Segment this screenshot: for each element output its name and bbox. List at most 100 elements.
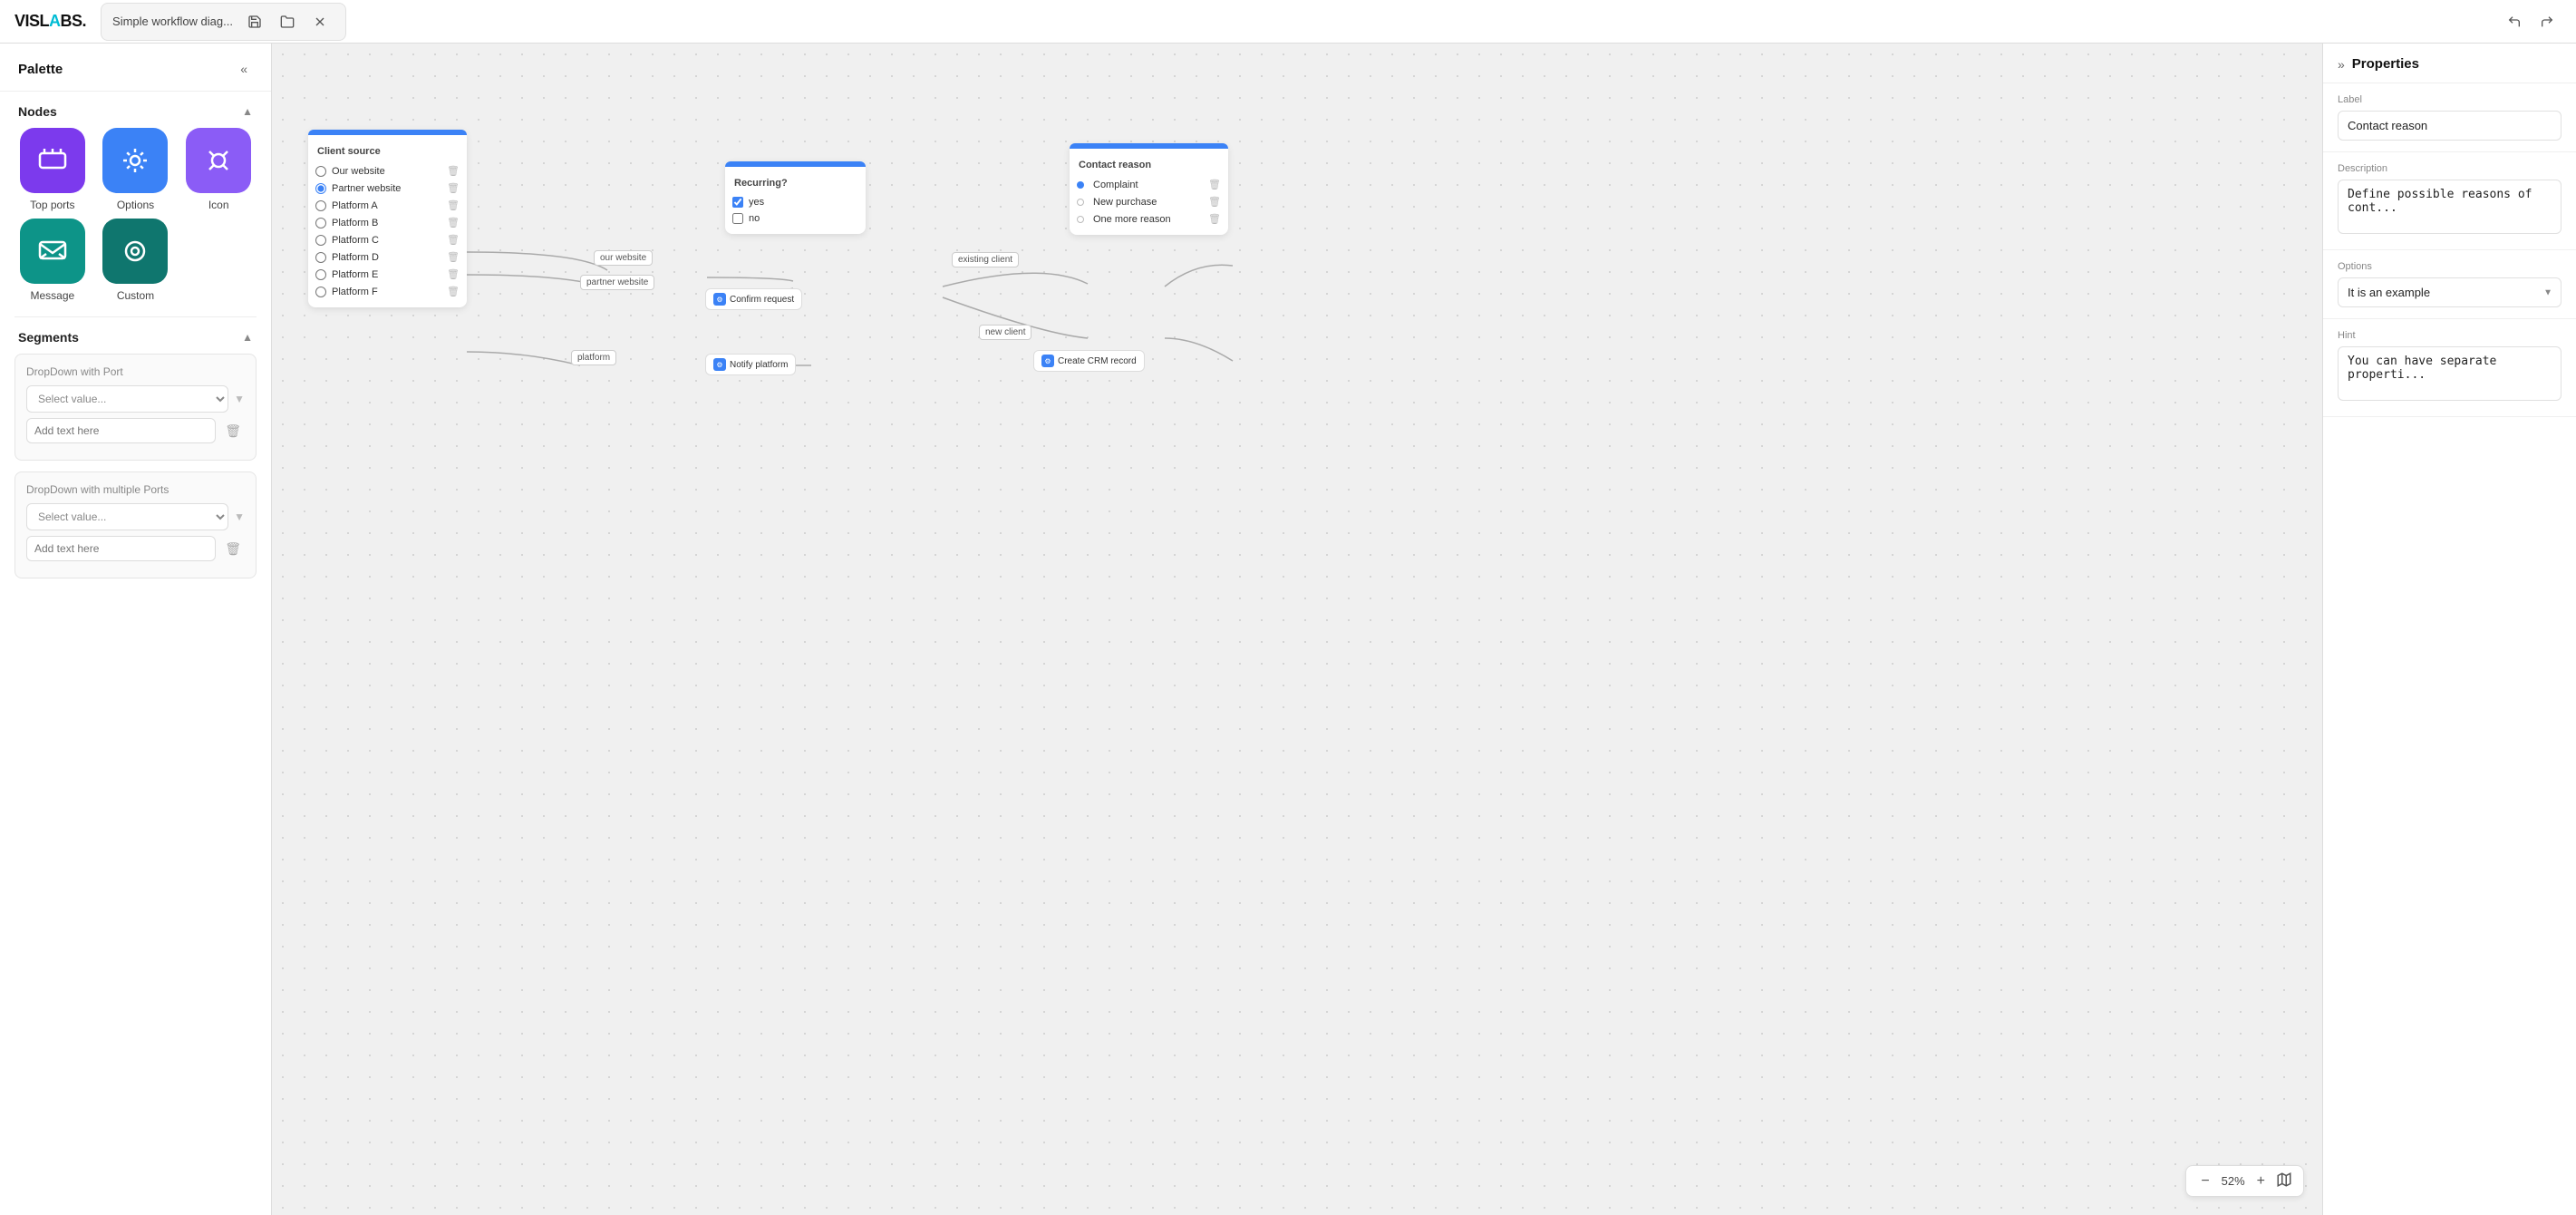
hint-textarea[interactable]: You can have separate properti... xyxy=(2338,346,2561,401)
segments-section-title: Segments xyxy=(18,330,79,345)
client-source-option-1[interactable]: Partner website 🗑 xyxy=(308,180,467,197)
client-source-radio-5[interactable] xyxy=(315,252,326,263)
new-purchase-delete[interactable]: 🗑 xyxy=(1208,196,1221,208)
client-source-delete-1[interactable]: 🗑 xyxy=(447,182,460,194)
icon-label: Icon xyxy=(208,199,229,211)
contact-reason-more-row[interactable]: One more reason 🗑 xyxy=(1070,210,1228,228)
segments-collapse-button[interactable]: ▲ xyxy=(242,331,253,344)
confirm-request-label: Confirm request xyxy=(730,295,794,305)
label-input[interactable] xyxy=(2338,111,2561,141)
hint-field-label: Hint xyxy=(2338,330,2561,341)
title-pill[interactable]: Simple workflow diag... xyxy=(101,3,346,41)
client-source-delete-5[interactable]: 🗑 xyxy=(447,251,460,263)
client-source-text-7: Platform F xyxy=(332,287,441,297)
logo: VISLABS. xyxy=(15,12,86,31)
node-custom[interactable]: Custom xyxy=(98,219,174,302)
recurring-body: Recurring? yes no xyxy=(725,167,866,234)
client-source-option-6[interactable]: Platform E 🗑 xyxy=(308,266,467,283)
dropdown-multiple-delete-button[interactable]: 🗑 xyxy=(221,538,245,560)
client-source-delete-3[interactable]: 🗑 xyxy=(447,217,460,228)
properties-panel: » Properties Label Description Define po… xyxy=(2322,44,2576,1215)
notify-platform-icon: ⚙ xyxy=(713,358,726,371)
diagram-title: Simple workflow diag... xyxy=(112,15,233,28)
client-source-delete-4[interactable]: 🗑 xyxy=(447,234,460,246)
node-options[interactable]: Options xyxy=(98,128,174,211)
client-source-option-4[interactable]: Platform C 🗑 xyxy=(308,231,467,248)
client-source-radio-6[interactable] xyxy=(315,269,326,280)
palette-panel: Palette « Nodes ▲ Top ports xyxy=(0,44,272,1215)
recurring-title: Recurring? xyxy=(725,174,866,194)
more-reason-text: One more reason xyxy=(1093,214,1203,225)
contact-reason-node[interactable]: Contact reason Complaint 🗑 New purchase … xyxy=(1070,143,1228,235)
redo-button[interactable] xyxy=(2532,7,2561,36)
edge-label-existing-client: existing client xyxy=(952,252,1019,267)
nodes-collapse-button[interactable]: ▲ xyxy=(242,105,253,118)
client-source-option-7[interactable]: Platform F 🗑 xyxy=(308,283,467,300)
more-reason-delete[interactable]: 🗑 xyxy=(1208,213,1221,225)
zoom-in-button[interactable]: + xyxy=(2253,1173,2269,1190)
client-source-delete-6[interactable]: 🗑 xyxy=(447,268,460,280)
client-source-body: Client source Our website 🗑 Partner webs… xyxy=(308,135,467,307)
contact-reason-complaint-row[interactable]: Complaint 🗑 xyxy=(1070,176,1228,193)
client-source-delete-2[interactable]: 🗑 xyxy=(447,199,460,211)
client-source-delete-0[interactable]: 🗑 xyxy=(447,165,460,177)
message-label: Message xyxy=(30,289,74,302)
zoom-level: 52% xyxy=(2217,1174,2250,1188)
description-textarea[interactable]: Define possible reasons of cont... xyxy=(2338,180,2561,234)
contact-reason-new-purchase-row[interactable]: New purchase 🗑 xyxy=(1070,193,1228,210)
complaint-delete[interactable]: 🗑 xyxy=(1208,179,1221,190)
open-button[interactable] xyxy=(273,7,302,36)
confirm-request-node[interactable]: ⚙ Confirm request xyxy=(705,288,802,310)
options-select[interactable]: It is an example xyxy=(2338,277,2561,307)
properties-title: Properties xyxy=(2352,56,2419,72)
client-source-option-3[interactable]: Platform B 🗑 xyxy=(308,214,467,231)
node-icon[interactable]: Icon xyxy=(180,128,257,211)
client-source-radio-1[interactable] xyxy=(315,183,326,194)
close-button[interactable] xyxy=(305,7,334,36)
palette-collapse-button[interactable]: « xyxy=(235,58,253,80)
client-source-text-4: Platform C xyxy=(332,235,441,246)
dropdown-multiple-select[interactable]: Select value... xyxy=(26,503,228,530)
complaint-dot xyxy=(1077,181,1084,189)
client-source-radio-4[interactable] xyxy=(315,235,326,246)
recurring-no-checkbox[interactable] xyxy=(732,213,743,224)
contact-reason-body: Contact reason Complaint 🗑 New purchase … xyxy=(1070,149,1228,235)
zoom-out-button[interactable]: − xyxy=(2197,1173,2213,1190)
dropdown-multiple-text-input[interactable] xyxy=(26,536,216,561)
client-source-radio-0[interactable] xyxy=(315,166,326,177)
client-source-delete-7[interactable]: 🗑 xyxy=(447,286,460,297)
client-source-option-2[interactable]: Platform A 🗑 xyxy=(308,197,467,214)
client-source-radio-7[interactable] xyxy=(315,287,326,297)
node-top-ports[interactable]: Top ports xyxy=(15,128,91,211)
notify-platform-node[interactable]: ⚙ Notify platform xyxy=(705,354,796,375)
topbar-right xyxy=(2500,7,2561,36)
description-field-label: Description xyxy=(2338,163,2561,174)
client-source-node[interactable]: Client source Our website 🗑 Partner webs… xyxy=(308,130,467,307)
client-source-radio-3[interactable] xyxy=(315,218,326,228)
save-button[interactable] xyxy=(240,7,269,36)
create-crm-node[interactable]: ⚙ Create CRM record xyxy=(1033,350,1145,372)
edges-svg xyxy=(272,44,2322,1215)
recurring-yes-row[interactable]: yes xyxy=(725,194,866,210)
dropdown-port-select[interactable]: Select value... xyxy=(26,385,228,413)
node-message[interactable]: Message xyxy=(15,219,91,302)
client-source-radio-2[interactable] xyxy=(315,200,326,211)
hint-field: Hint You can have separate properti... xyxy=(2323,319,2576,417)
nodes-section-header: Nodes ▲ xyxy=(0,92,271,128)
nodes-section-title: Nodes xyxy=(18,104,57,119)
dropdown-port-text-input[interactable] xyxy=(26,418,216,443)
recurring-yes-checkbox[interactable] xyxy=(732,197,743,208)
client-source-option-0[interactable]: Our website 🗑 xyxy=(308,162,467,180)
more-reason-dot xyxy=(1077,216,1084,223)
palette-title: Palette xyxy=(18,62,63,77)
canvas[interactable]: Client source Our website 🗑 Partner webs… xyxy=(272,44,2322,1215)
dropdown-port-delete-button[interactable]: 🗑 xyxy=(221,420,245,442)
undo-button[interactable] xyxy=(2500,7,2529,36)
recurring-no-row[interactable]: no xyxy=(725,210,866,227)
dropdown-multiple-segment: DropDown with multiple Ports Select valu… xyxy=(15,471,257,578)
segments-section: DropDown with Port Select value... ▼ 🗑 D… xyxy=(0,354,271,604)
recurring-node[interactable]: Recurring? yes no xyxy=(725,161,866,234)
properties-expand-button[interactable]: » xyxy=(2338,57,2345,72)
minimap-button[interactable] xyxy=(2276,1171,2292,1191)
client-source-option-5[interactable]: Platform D 🗑 xyxy=(308,248,467,266)
